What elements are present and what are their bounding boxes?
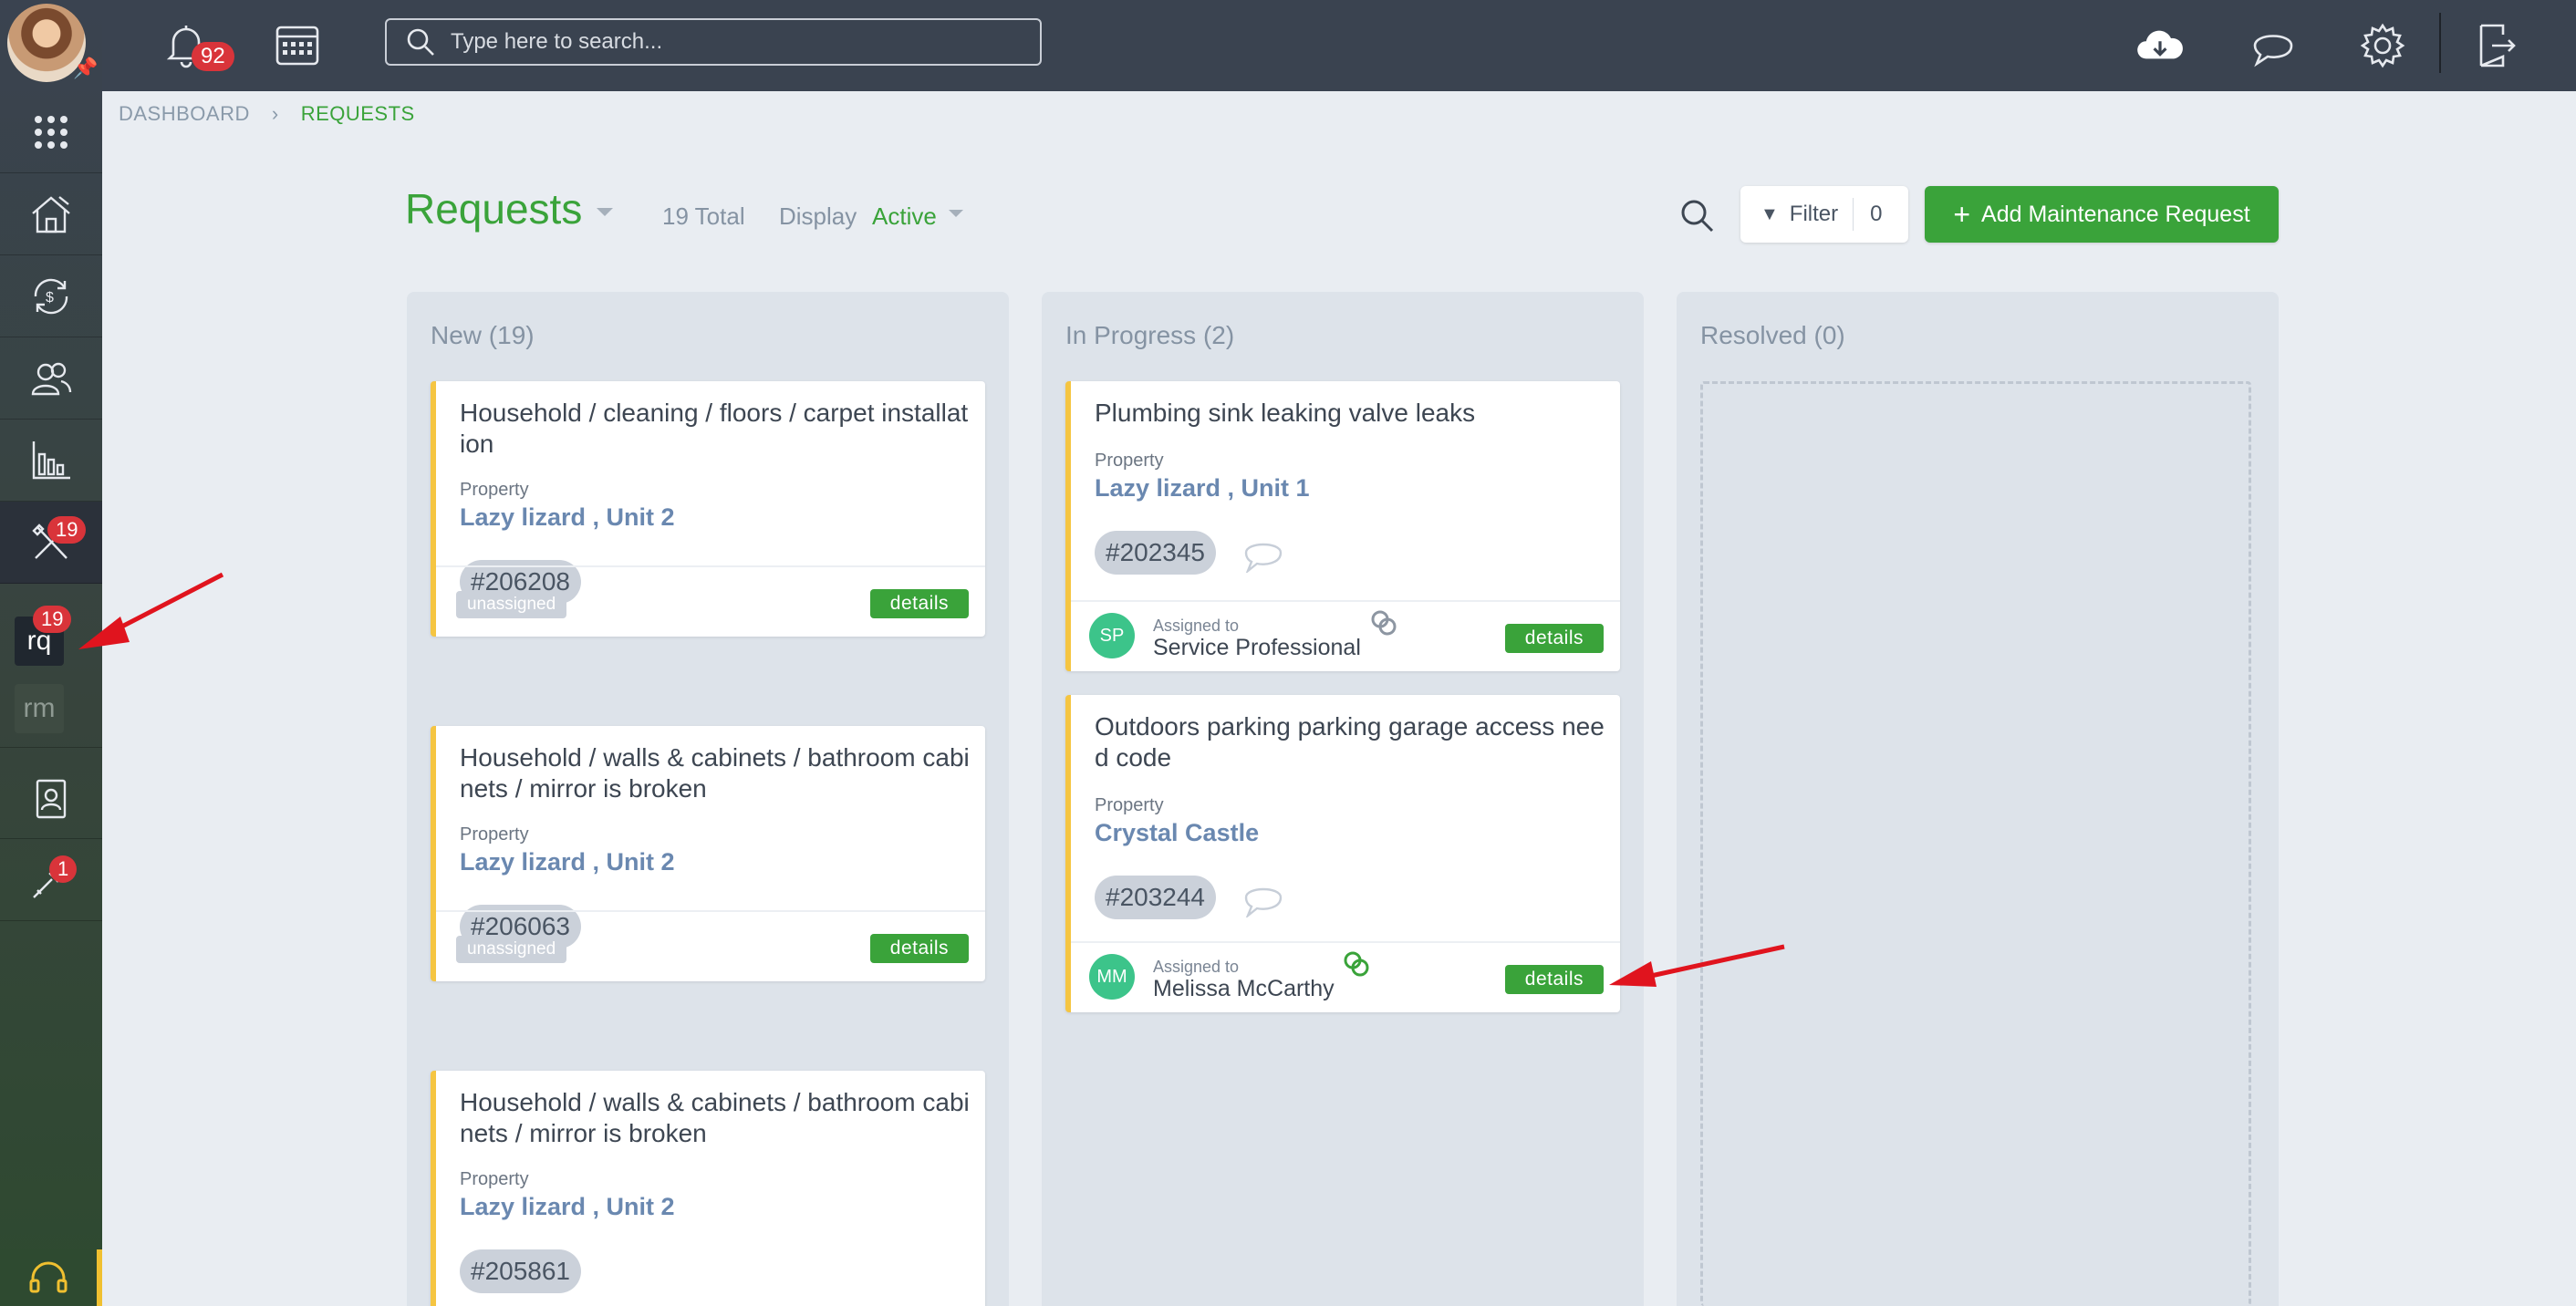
page-title[interactable]: Requests (405, 184, 582, 233)
column-title: Resolved (0) (1700, 321, 1845, 349)
add-maintenance-request-label: Add Maintenance Request (1981, 201, 2250, 227)
svg-text:$: $ (46, 290, 54, 306)
payments-icon[interactable]: $ (0, 255, 102, 337)
reports-icon[interactable] (0, 420, 102, 502)
request-card[interactable]: Household / walls & cabinets / bathroom … (431, 1071, 985, 1306)
column-new: New (19) Household / cleaning / floors /… (407, 292, 1009, 1306)
property-label: Property (1095, 451, 1164, 471)
title-dropdown-caret-icon[interactable] (597, 208, 613, 216)
tools-icon[interactable]: 1 (0, 839, 102, 921)
property-label: Property (460, 1169, 529, 1189)
request-id-badge: #202345 (1095, 531, 1217, 575)
filter-funnel-icon: ▼ (1761, 203, 1779, 224)
maintenance-tools-icon[interactable]: 19 (0, 502, 102, 584)
global-search-box[interactable] (385, 18, 1042, 66)
top-bar: 92 (102, 0, 2576, 91)
settings-gear-icon[interactable] (2353, 16, 2412, 75)
link-status-icon[interactable] (1368, 607, 1399, 638)
property-link[interactable]: Lazy lizard , Unit 1 (1095, 474, 1310, 503)
request-id-badge: #205861 (460, 1249, 582, 1293)
request-id-badge: #203244 (1095, 876, 1217, 919)
breadcrumb-dashboard-link[interactable]: DASHBOARD (119, 102, 250, 126)
sidebar: 📌 $ 19 rq 19 rm 1 (0, 0, 102, 1306)
column-title: In Progress (2) (1065, 321, 1235, 349)
request-card[interactable]: Household / cleaning / floors / carpet i… (431, 381, 985, 637)
assigned-to-label: Assigned to (1153, 958, 1240, 976)
property-link[interactable]: Lazy lizard , Unit 2 (460, 848, 675, 876)
filter-label: Filter (1789, 202, 1839, 226)
total-count: 19 Total (662, 202, 745, 230)
details-button[interactable]: details (1504, 965, 1604, 994)
requests-badge: 19 (33, 606, 72, 633)
comments-icon[interactable] (1242, 881, 1284, 917)
property-link[interactable]: Crystal Castle (1095, 819, 1259, 847)
tools-badge: 1 (49, 855, 78, 883)
empty-dropzone[interactable] (1700, 381, 2251, 1306)
column-resolved: Resolved (0) (1677, 292, 2279, 1306)
details-button[interactable]: details (869, 934, 969, 963)
display-dropdown-caret-icon[interactable] (949, 210, 963, 217)
assigned-to-label: Assigned to (1153, 617, 1240, 635)
property-label: Property (1095, 795, 1164, 815)
link-status-icon[interactable] (1341, 948, 1372, 980)
maintenance-badge: 19 (47, 516, 87, 544)
filter-count: 0 (1870, 202, 1883, 226)
request-title: Household / walls & cabinets / bathroom … (460, 1088, 970, 1147)
property-label: Property (460, 824, 529, 845)
pin-icon[interactable]: 📌 (73, 57, 98, 80)
logout-icon[interactable] (2465, 16, 2523, 75)
property-link[interactable]: Lazy lizard , Unit 2 (460, 1193, 675, 1221)
details-button[interactable]: details (1504, 624, 1604, 653)
card-footer: unassigned details (436, 565, 985, 637)
column-in-progress: In Progress (2) Plumbing sink leaking va… (1042, 292, 1644, 1306)
chevron-right-icon: › (271, 102, 279, 125)
rooms-subitem[interactable]: rm (15, 684, 64, 733)
request-title: Household / walls & cabinets / bathroom … (460, 743, 970, 803)
chat-icon[interactable] (2244, 16, 2302, 75)
display-label: Display (779, 202, 857, 230)
breadcrumb-current: REQUESTS (300, 102, 415, 125)
assignee-name: Melissa McCarthy (1153, 976, 1335, 1001)
request-card[interactable]: Household / walls & cabinets / bathroom … (431, 726, 985, 981)
card-footer: unassigned details (436, 910, 985, 981)
card-footer: SP Assigned to Service Professional deta… (1071, 600, 1620, 671)
status-badge: unassigned (456, 936, 567, 963)
request-card[interactable]: Plumbing sink leaking valve leaks Proper… (1065, 381, 1620, 671)
topbar-divider (2439, 13, 2441, 73)
assignee-avatar: SP (1089, 613, 1135, 658)
notifications-badge: 92 (192, 42, 234, 71)
assignee-name: Service Professional (1153, 635, 1361, 660)
global-search-input[interactable] (451, 29, 1016, 55)
rooms-subitem-label: rm (23, 693, 56, 723)
cloud-download-icon[interactable] (2125, 16, 2195, 75)
column-title: New (19) (431, 321, 535, 349)
display-filter-select[interactable]: Active (872, 202, 937, 231)
filter-button[interactable]: ▼ Filter 0 (1740, 186, 1908, 243)
contacts-icon[interactable] (0, 337, 102, 420)
search-icon (407, 28, 434, 56)
calendar-icon[interactable] (268, 16, 327, 75)
request-title: Outdoors parking parking garage access n… (1095, 712, 1605, 772)
apps-grid-icon[interactable] (0, 91, 102, 173)
property-link[interactable]: Lazy lizard , Unit 2 (460, 503, 675, 532)
filter-divider (1853, 198, 1854, 231)
request-title: Household / cleaning / floors / carpet i… (460, 399, 969, 458)
properties-icon[interactable] (0, 173, 102, 255)
property-label: Property (460, 480, 529, 500)
status-badge: unassigned (456, 591, 567, 618)
request-card[interactable]: Outdoors parking parking garage access n… (1065, 695, 1620, 1012)
add-maintenance-request-button[interactable]: + Add Maintenance Request (1925, 186, 2279, 243)
request-title: Plumbing sink leaking valve leaks (1095, 399, 1476, 427)
comments-icon[interactable] (1242, 536, 1284, 573)
assignee-avatar: MM (1089, 954, 1135, 1000)
support-headset-icon[interactable] (0, 1249, 102, 1306)
plus-icon: + (1953, 198, 1971, 231)
search-icon[interactable] (1678, 197, 1715, 233)
breadcrumb: DASHBOARD › REQUESTS (119, 102, 415, 126)
details-button[interactable]: details (869, 589, 969, 618)
card-footer: MM Assigned to Melissa McCarthy details (1071, 941, 1620, 1012)
tenant-profile-icon[interactable] (0, 757, 102, 839)
